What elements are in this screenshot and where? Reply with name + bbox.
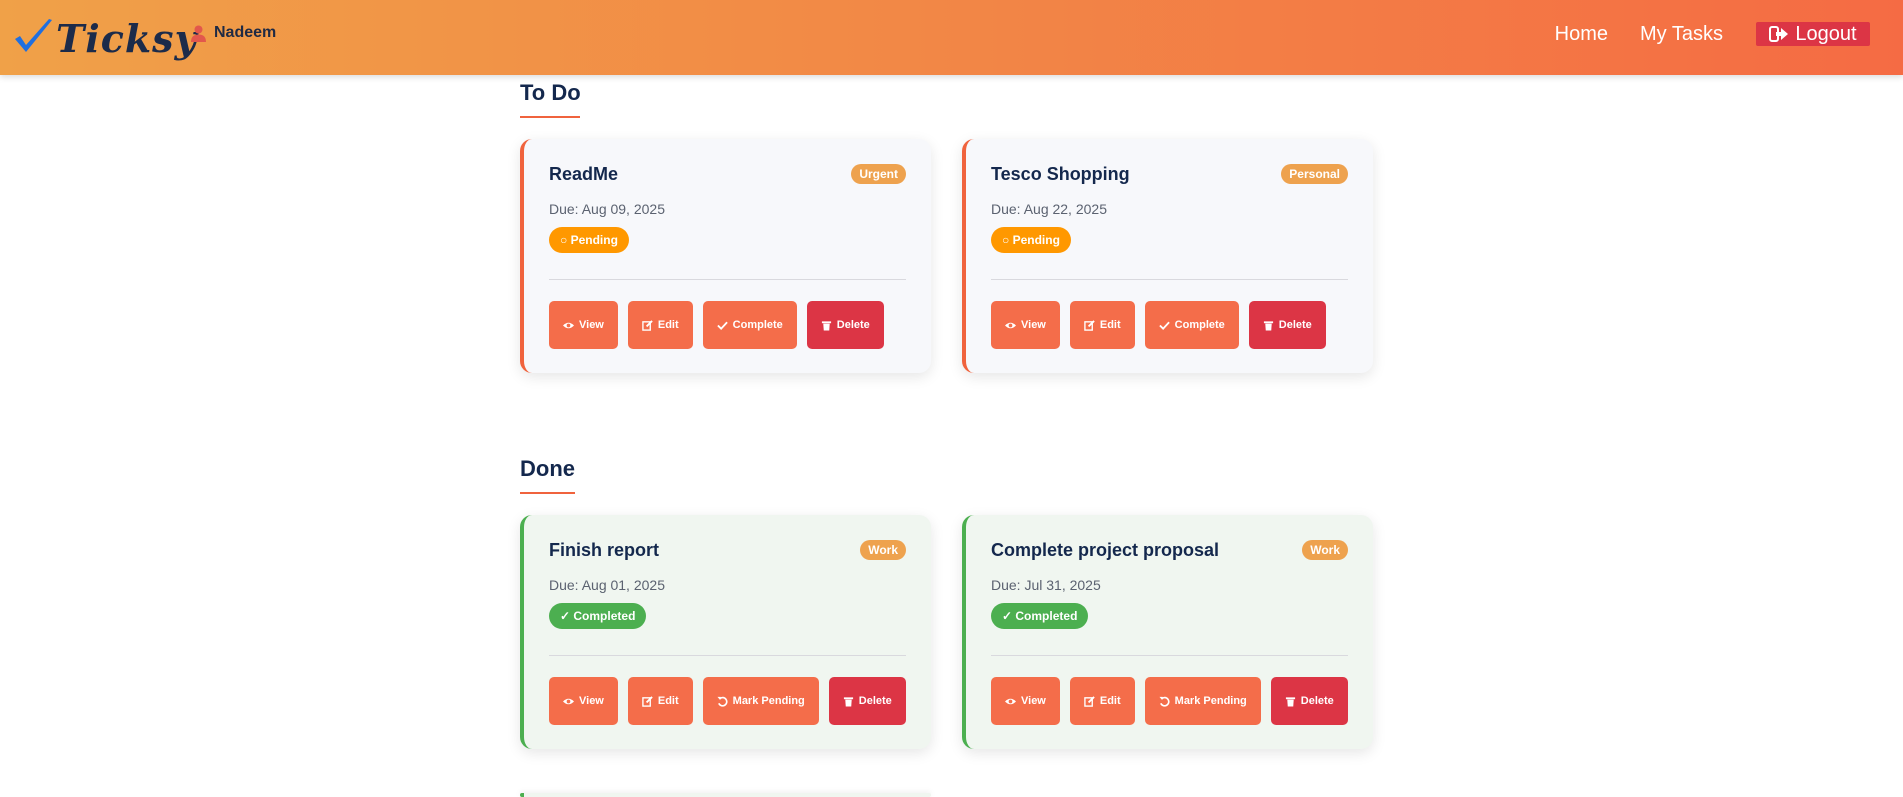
delete-label: Delete: [1300, 695, 1334, 707]
edit-button[interactable]: Edit: [1069, 677, 1135, 725]
nav-home-link[interactable]: Home: [1555, 21, 1608, 47]
task-title: Tesco Shopping: [991, 164, 1130, 184]
edit-icon: [642, 319, 653, 331]
navbar: Ticksy Nadeem Home My Tasks Logout: [0, 0, 1903, 75]
complete-label: Complete: [732, 319, 783, 331]
status-badge: ✓ Completed: [991, 603, 1089, 629]
view-button[interactable]: View: [991, 677, 1060, 725]
nav-my-tasks-link[interactable]: My Tasks: [1640, 21, 1723, 47]
section-underline-done: [520, 492, 575, 494]
view-button[interactable]: View: [991, 301, 1060, 349]
edit-label: Edit: [657, 319, 679, 331]
card-actions: View Edit Mark Pending Delete: [991, 677, 1348, 725]
edit-button[interactable]: Edit: [627, 301, 693, 349]
delete-label: Delete: [1278, 319, 1312, 331]
check-icon: [1158, 321, 1170, 330]
edit-icon: [642, 695, 653, 707]
category-badge: Work: [860, 540, 906, 560]
card-actions: View Edit Complete Delete: [991, 301, 1326, 349]
complete-label: Complete: [1174, 319, 1225, 331]
undo-icon: [1159, 696, 1170, 707]
due-date: Due: Aug 22, 2025: [991, 201, 1107, 217]
task-title: Finish report: [549, 540, 660, 560]
delete-button[interactable]: Delete: [1270, 677, 1348, 725]
complete-button[interactable]: Complete: [1144, 301, 1239, 349]
section-underline-todo: [520, 116, 580, 118]
edit-label: Edit: [1099, 695, 1121, 707]
status-badge: ✓ Completed: [549, 603, 647, 629]
edit-icon: [1084, 695, 1095, 707]
edit-button[interactable]: Edit: [627, 677, 693, 725]
card-divider: [549, 279, 906, 280]
user-info: Nadeem: [191, 24, 276, 42]
user-icon: [191, 25, 206, 42]
card-actions: View Edit Complete Delete: [549, 301, 884, 349]
trash-icon: [821, 320, 831, 331]
task-card: Complete project proposal Work Due: Jul …: [962, 515, 1373, 749]
edit-label: Edit: [657, 695, 679, 707]
undo-icon: [717, 696, 728, 707]
task-card: Finish report Work Due: Aug 01, 2025 ✓ C…: [520, 515, 931, 749]
logout-button[interactable]: Logout: [1756, 22, 1870, 46]
eye-icon: [1005, 698, 1016, 704]
view-label: View: [1021, 695, 1046, 707]
view-button[interactable]: View: [549, 301, 618, 349]
brand-logo[interactable]: Ticksy: [12, 8, 198, 68]
trash-icon: [1263, 320, 1273, 331]
brand-name: Ticksy: [56, 15, 198, 61]
eye-icon: [563, 698, 574, 704]
category-badge: Urgent: [851, 164, 906, 184]
mark-pending-button[interactable]: Mark Pending: [1144, 677, 1261, 725]
section-title-todo: To Do: [520, 80, 581, 105]
edit-button[interactable]: Edit: [1069, 301, 1135, 349]
delete-label: Delete: [858, 695, 892, 707]
due-date: Due: Aug 09, 2025: [549, 201, 665, 217]
task-card: Tesco Shopping Personal Due: Aug 22, 202…: [962, 139, 1373, 373]
card-divider: [549, 655, 906, 656]
logout-icon: [1769, 26, 1789, 42]
mark-pending-button[interactable]: Mark Pending: [702, 677, 819, 725]
view-label: View: [1021, 319, 1046, 331]
checkmark-logo-icon: [15, 19, 52, 52]
view-button[interactable]: View: [549, 677, 618, 725]
trash-icon: [1285, 696, 1295, 707]
delete-button[interactable]: Delete: [806, 301, 884, 349]
eye-icon: [563, 322, 574, 328]
task-title: ReadMe: [549, 164, 619, 184]
logout-label: Logout: [1795, 22, 1857, 45]
complete-button[interactable]: Complete: [702, 301, 797, 349]
mark-pending-label: Mark Pending: [1174, 695, 1247, 707]
user-name: Nadeem: [214, 24, 277, 41]
task-title: Complete project proposal: [991, 540, 1220, 560]
task-card-partial: [520, 793, 931, 797]
delete-button[interactable]: Delete: [1248, 301, 1326, 349]
section-title-done: Done: [520, 456, 575, 481]
view-label: View: [579, 695, 604, 707]
status-badge: ○ Pending: [549, 227, 629, 253]
due-date: Due: Aug 01, 2025: [549, 577, 665, 593]
delete-button[interactable]: Delete: [828, 677, 906, 725]
card-divider: [991, 655, 1348, 656]
eye-icon: [1005, 322, 1016, 328]
trash-icon: [843, 696, 853, 707]
category-badge: Personal: [1281, 164, 1348, 184]
status-badge: ○ Pending: [991, 227, 1071, 253]
check-icon: [716, 321, 728, 330]
category-badge: Work: [1302, 540, 1348, 560]
edit-icon: [1084, 319, 1095, 331]
mark-pending-label: Mark Pending: [732, 695, 805, 707]
card-divider: [991, 279, 1348, 280]
view-label: View: [579, 319, 604, 331]
nav-links: Home My Tasks Logout: [1523, 21, 1870, 47]
due-date: Due: Jul 31, 2025: [991, 577, 1101, 593]
delete-label: Delete: [836, 319, 870, 331]
task-card: ReadMe Urgent Due: Aug 09, 2025 ○ Pendin…: [520, 139, 931, 373]
edit-label: Edit: [1099, 319, 1121, 331]
card-actions: View Edit Mark Pending Delete: [549, 677, 906, 725]
